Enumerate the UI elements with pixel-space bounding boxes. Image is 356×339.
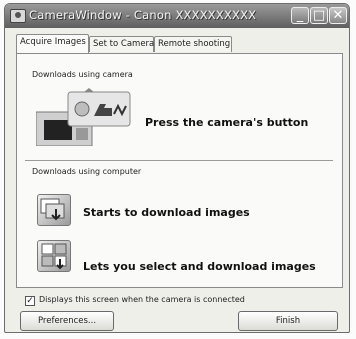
window-title: CameraWindow - Canon XXXXXXXXXX (29, 8, 257, 22)
acquire-images-panel: Downloads using camera Press the camera'… (16, 53, 343, 288)
camera-button-icon (36, 88, 131, 146)
tab-set-to-camera[interactable]: Set to Camera (89, 36, 154, 52)
minimize-button[interactable]: _ (291, 7, 309, 24)
show-on-connect-label[interactable]: Displays this screen when the camera is … (39, 295, 245, 304)
camera-section-label: Downloads using camera (32, 70, 133, 79)
camera-window: CameraWindow - Canon XXXXXXXXXX _ □ ✕ Ac… (4, 3, 350, 333)
preferences-button[interactable]: Preferences... (20, 311, 114, 331)
maximize-button[interactable]: □ (310, 7, 328, 24)
tab-acquire-images[interactable]: Acquire Images (16, 34, 89, 53)
press-camera-button-text: Press the camera's button (145, 116, 309, 129)
title-bar[interactable]: CameraWindow - Canon XXXXXXXXXX _ □ ✕ (5, 4, 349, 28)
tab-remote-shooting[interactable]: Remote shooting (154, 36, 232, 52)
section-divider (25, 160, 333, 161)
show-on-connect-checkbox[interactable]: ✓ (25, 296, 35, 306)
select-download-icon[interactable] (37, 240, 71, 272)
download-all-label[interactable]: Starts to download images (83, 206, 250, 219)
camera-app-icon (10, 9, 26, 23)
select-download-label[interactable]: Lets you select and download images (83, 260, 316, 273)
finish-button[interactable]: Finish (238, 311, 338, 331)
computer-section-label: Downloads using computer (32, 167, 142, 176)
close-button[interactable]: ✕ (329, 7, 347, 24)
download-all-icon[interactable] (37, 194, 71, 226)
